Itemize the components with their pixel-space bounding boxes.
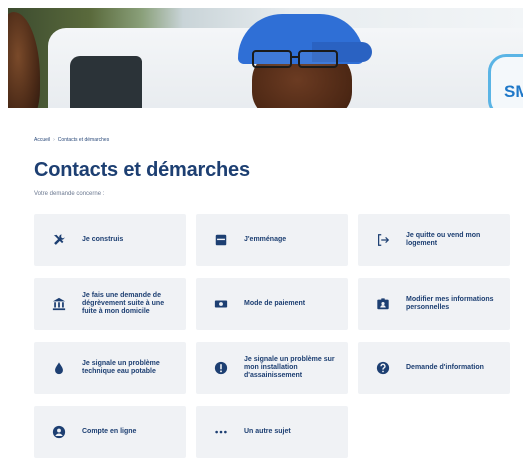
card-je-quitte[interactable]: Je quitte ou vend mon logement [358, 214, 510, 266]
breadcrumb-separator: › [53, 137, 55, 143]
card-je-construis[interactable]: Je construis [34, 214, 186, 266]
card-label: Demande d'information [406, 364, 484, 371]
contact-options-grid: Je construis J'emménage Je quitte ou ven… [34, 214, 510, 458]
breadcrumb: Accueil › Contacts et démarches [34, 137, 109, 143]
breadcrumb-home-link[interactable]: Accueil [34, 137, 50, 143]
exit-icon [376, 233, 390, 247]
tools-icon [52, 233, 66, 247]
more-icon [214, 425, 228, 439]
card-degrevement[interactable]: Je fais une demande de dégrèvement suite… [34, 278, 186, 330]
id-card-icon [376, 297, 390, 311]
card-label: Je quitte ou vend mon logement [406, 232, 481, 247]
card-label: Un autre sujet [244, 428, 291, 435]
card-j-emmenage[interactable]: J'emménage [196, 214, 348, 266]
card-label: Je construis [82, 236, 124, 243]
card-demande-information[interactable]: Demande d'information [358, 342, 510, 394]
person-left-image [8, 12, 40, 108]
breadcrumb-current: Contacts et démarches [57, 137, 110, 143]
card-label: Modifier mes informations personnelles [406, 296, 494, 311]
bank-icon [52, 297, 66, 311]
page-title: Contacts et démarches [34, 159, 250, 181]
van-window [70, 56, 142, 108]
box-icon [214, 233, 228, 247]
question-icon [376, 361, 390, 375]
card-mode-paiement[interactable]: Mode de paiement [196, 278, 348, 330]
hero-banner: SM [8, 8, 523, 108]
company-logo-text: SM [504, 82, 523, 101]
card-label: Compte en ligne [82, 428, 137, 435]
card-label: J'emménage [244, 236, 287, 243]
card-label: Mode de paiement [244, 300, 306, 307]
technician-image [238, 14, 372, 108]
water-drop-icon [52, 361, 66, 375]
card-label: Je signale un problème technique eau pot… [82, 360, 160, 375]
card-probleme-eau-potable[interactable]: Je signale un problème technique eau pot… [34, 342, 186, 394]
user-circle-icon [52, 425, 66, 439]
card-label: Je signale un problème sur mon installat… [244, 356, 335, 379]
money-icon [214, 297, 228, 311]
page-subtitle: Votre demande concerne : [34, 191, 105, 197]
card-compte-en-ligne[interactable]: Compte en ligne [34, 406, 186, 458]
alert-icon [214, 361, 228, 375]
card-probleme-assainissement[interactable]: Je signale un problème sur mon installat… [196, 342, 348, 394]
card-label: Je fais une demande de dégrèvement suite… [82, 292, 165, 315]
card-autre-sujet[interactable]: Un autre sujet [196, 406, 348, 458]
card-modifier-infos[interactable]: Modifier mes informations personnelles [358, 278, 510, 330]
